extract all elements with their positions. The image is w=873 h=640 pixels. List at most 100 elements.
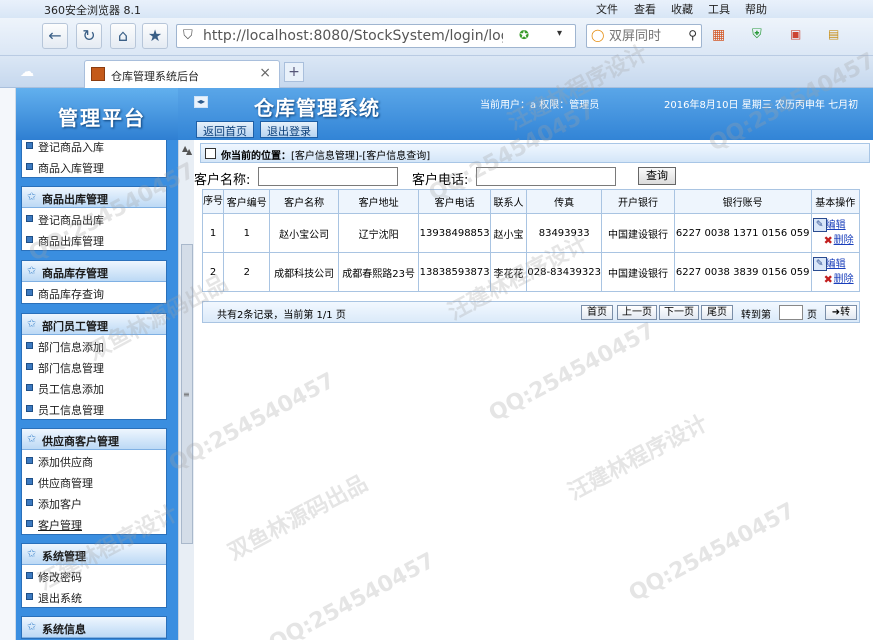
menu-file[interactable]: 文件 bbox=[596, 1, 618, 17]
star-icon: ✩ bbox=[27, 620, 37, 633]
menu-favorites[interactable]: 收藏 bbox=[671, 1, 693, 17]
location-bar: 你当前的位置：[客户信息管理]-[客户信息查询] bbox=[200, 143, 870, 163]
goto-page-input[interactable] bbox=[779, 305, 803, 320]
star-icon: ✩ bbox=[27, 190, 37, 203]
cell-bank: 中国建设银行 bbox=[601, 252, 675, 292]
edit-label: 编辑 bbox=[825, 220, 846, 231]
sidebar-group-staff: ✩ 部门员工管理 部门信息添加 部门信息管理 员工信息添加 员工信息管理 bbox=[21, 313, 167, 420]
sidebar-group-stock-in: 登记商品入库 商品入库管理 bbox=[21, 140, 167, 178]
delete-icon: ✖ bbox=[823, 273, 833, 286]
app-title: 仓库管理系统 bbox=[254, 96, 380, 120]
sidebar-group-header[interactable]: ✩ 系统信息 bbox=[22, 617, 166, 638]
sidebar-item-supplier-add[interactable]: 添加供应商 bbox=[22, 450, 166, 471]
bullet-icon bbox=[26, 236, 33, 243]
sidebar-group-sysinfo: ✩ 系统信息 bbox=[21, 616, 167, 639]
sidebar-item-dept-add[interactable]: 部门信息添加 bbox=[22, 335, 166, 356]
col-header-phone: 客户电话 bbox=[418, 189, 491, 214]
goto-label: 转到第 bbox=[741, 310, 771, 321]
sidebar-group-header[interactable]: ✩ 商品出库管理 bbox=[22, 187, 166, 208]
home-icon[interactable]: ⌂ bbox=[110, 23, 136, 49]
sidebar-item-customer-add[interactable]: 添加客户 bbox=[22, 492, 166, 513]
col-header-id: 客户编号 bbox=[223, 189, 271, 214]
col-header-name: 客户名称 bbox=[269, 189, 339, 214]
new-tab-button[interactable]: + bbox=[284, 62, 304, 82]
goto-button[interactable]: ➜转 bbox=[825, 305, 857, 320]
bullet-icon bbox=[26, 405, 33, 412]
bullet-icon bbox=[26, 289, 33, 296]
back-arrow-icon[interactable]: ← bbox=[42, 23, 68, 49]
sidebar-group-header[interactable]: ✩ 供应商客户管理 bbox=[22, 429, 166, 450]
menu-tools[interactable]: 工具 bbox=[708, 1, 730, 17]
search-icon[interactable]: ⚲ bbox=[688, 28, 697, 42]
edit-link[interactable]: ✎ 编辑 bbox=[812, 218, 858, 234]
tab-label: 仓库管理系统后台 bbox=[111, 70, 199, 83]
page-favicon-icon bbox=[91, 67, 105, 81]
ad-block-icon[interactable]: ▣ bbox=[790, 27, 801, 41]
location-label: 你当前的位置： bbox=[221, 151, 291, 162]
home-button[interactable]: 返回首页 bbox=[196, 121, 254, 138]
bullet-icon bbox=[26, 363, 33, 370]
col-header-account: 银行账号 bbox=[673, 189, 812, 214]
chevron-down-icon[interactable]: ▾ bbox=[557, 28, 562, 39]
sidebar-item-register-in[interactable]: 登记商品入库 bbox=[22, 140, 166, 156]
sidebar-item-manage-in[interactable]: 商品入库管理 bbox=[22, 156, 166, 177]
cell-account: 6227 0038 3839 0156 059 bbox=[673, 252, 812, 292]
delete-link[interactable]: ✖ 删除 bbox=[812, 234, 858, 248]
first-page-button[interactable]: 首页 bbox=[581, 305, 613, 320]
sidebar-item-register-out[interactable]: 登记商品出库 bbox=[22, 208, 166, 229]
cell-contact: 李花花 bbox=[489, 252, 528, 292]
sidebar-item-change-password[interactable]: 修改密码 bbox=[22, 565, 166, 586]
last-page-button[interactable]: 尾页 bbox=[701, 305, 733, 320]
cloud-icon[interactable]: ☁ bbox=[20, 64, 34, 80]
apps-icon[interactable]: ▦ bbox=[712, 27, 725, 43]
edit-icon: ✎ bbox=[812, 218, 827, 232]
compat-icon[interactable]: ✪ bbox=[519, 28, 529, 42]
edit-link[interactable]: ✎ 编辑 bbox=[812, 257, 858, 273]
close-tab-icon[interactable]: × bbox=[259, 65, 271, 81]
sidebar-group-header[interactable]: ✩ 商品库存管理 bbox=[22, 261, 166, 282]
sidebar-item-supplier-manage[interactable]: 供应商管理 bbox=[22, 471, 166, 492]
sidebar-item-staff-add[interactable]: 员工信息添加 bbox=[22, 377, 166, 398]
sidebar-item-customer-manage[interactable]: 客户管理 bbox=[22, 513, 166, 534]
app-logo-text: 管理平台 bbox=[58, 106, 146, 130]
sidebar-group-header[interactable]: ✩ 系统管理 bbox=[22, 544, 166, 565]
extension-icon[interactable]: ▤ bbox=[828, 27, 839, 41]
customer-phone-input[interactable] bbox=[476, 167, 616, 186]
menu-view[interactable]: 查看 bbox=[634, 1, 656, 17]
delete-link[interactable]: ✖ 删除 bbox=[812, 273, 858, 287]
customer-name-input[interactable] bbox=[258, 167, 398, 186]
address-bar[interactable]: ⛉ ✪ ▾ bbox=[176, 24, 576, 48]
refresh-icon[interactable]: ↻ bbox=[76, 23, 102, 49]
table-header-row: 序号 客户编号 客户名称 客户地址 客户电话 联系人 传真 开户银行 银行账号 … bbox=[201, 189, 861, 214]
bullet-icon bbox=[26, 384, 33, 391]
sidebar-toggle-button[interactable]: ◂▸ bbox=[194, 96, 208, 108]
prev-page-button[interactable]: 上一页 bbox=[617, 305, 657, 320]
logout-button[interactable]: 退出登录 bbox=[260, 121, 318, 138]
sidebar-item-manage-out[interactable]: 商品出库管理 bbox=[22, 229, 166, 250]
sidebar-item-logout[interactable]: 退出系统 bbox=[22, 586, 166, 607]
col-header-address: 客户地址 bbox=[337, 189, 420, 214]
scroll-grip-icon: ≡ bbox=[183, 390, 190, 399]
bullet-icon bbox=[26, 457, 33, 464]
next-page-button[interactable]: 下一页 bbox=[659, 305, 699, 320]
sidebar-item-staff-manage[interactable]: 员工信息管理 bbox=[22, 398, 166, 419]
shield-icon: ⛉ bbox=[183, 28, 193, 43]
menu-help[interactable]: 帮助 bbox=[745, 1, 767, 17]
search-box[interactable]: ◯ ⚲ bbox=[586, 24, 702, 48]
browser-search-input[interactable] bbox=[609, 28, 679, 44]
favorite-star-icon[interactable]: ★ bbox=[142, 23, 168, 49]
active-tab[interactable]: 仓库管理系统后台 × bbox=[84, 60, 280, 88]
sidebar-item-inventory-query[interactable]: 商品库存查询 bbox=[22, 282, 166, 303]
query-button[interactable]: 查询 bbox=[638, 167, 676, 185]
location-path: [客户信息管理]-[客户信息查询] bbox=[291, 151, 431, 162]
sidebar-group-header[interactable]: ✩ 部门员工管理 bbox=[22, 314, 166, 335]
scroll-up-icon[interactable]: ▲ bbox=[186, 147, 192, 156]
sidebar-item-dept-manage[interactable]: 部门信息管理 bbox=[22, 356, 166, 377]
sidebar-scrollbar[interactable]: ▲ ≡ bbox=[178, 140, 194, 640]
url-input[interactable] bbox=[203, 27, 503, 45]
sidebar-item-label: 部门信息添加 bbox=[38, 341, 104, 354]
security-icon[interactable]: ⛨ bbox=[752, 27, 762, 42]
sidebar: 登记商品入库 商品入库管理 ✩ 商品出库管理 登记商品出库 商品出库管理 ✩ 商品库… bbox=[16, 140, 178, 640]
col-header-fax: 传真 bbox=[526, 189, 603, 214]
cell-name: 赵小宝公司 bbox=[269, 213, 339, 253]
